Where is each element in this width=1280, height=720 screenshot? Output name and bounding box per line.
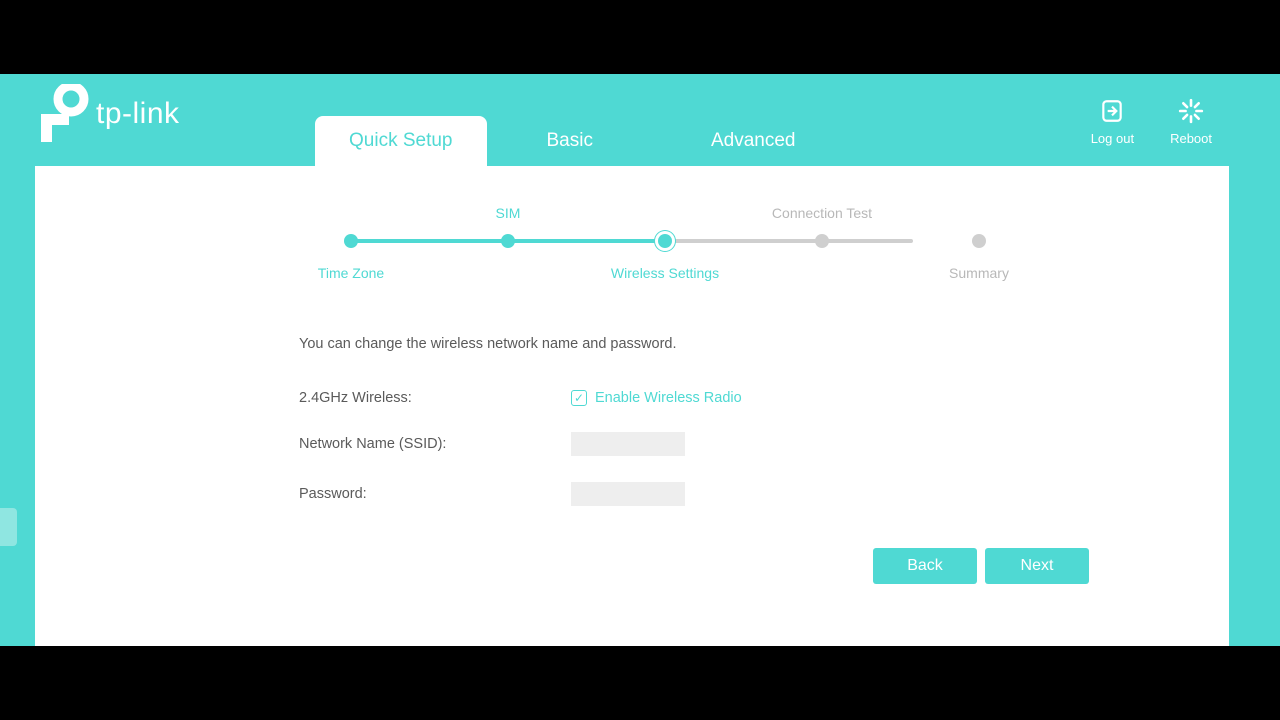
- tab-basic[interactable]: Basic: [513, 116, 627, 166]
- content-panel: Time Zone SIM Wireless Settings Connecti…: [35, 166, 1229, 646]
- step-label: SIM: [428, 205, 588, 221]
- tab-advanced[interactable]: Advanced: [677, 116, 830, 166]
- tplink-logo-icon: [38, 84, 92, 144]
- brand-name: tp-link: [96, 97, 180, 131]
- header: tp-link Quick Setup Basic Advanced Log o…: [0, 74, 1280, 166]
- step-dot: [815, 234, 829, 248]
- step-dot: [344, 234, 358, 248]
- header-actions: Log out: [1091, 98, 1212, 146]
- step-dot: [972, 234, 986, 248]
- side-drawer-handle[interactable]: [0, 508, 17, 546]
- nav-buttons: Back Next: [873, 548, 1089, 584]
- step-label: Wireless Settings: [585, 265, 745, 281]
- logout-label: Log out: [1091, 131, 1134, 146]
- reboot-label: Reboot: [1170, 131, 1212, 146]
- tab-quick-setup[interactable]: Quick Setup: [315, 116, 487, 166]
- step-label: Summary: [899, 265, 1059, 281]
- brand-logo: tp-link: [38, 84, 180, 144]
- reboot-icon: [1178, 98, 1204, 127]
- password-input[interactable]: [571, 482, 685, 506]
- row-ssid: Network Name (SSID):: [299, 432, 1049, 456]
- step-dot: [501, 234, 515, 248]
- next-button[interactable]: Next: [985, 548, 1089, 584]
- password-label: Password:: [299, 486, 571, 502]
- app-viewport: tp-link Quick Setup Basic Advanced Log o…: [0, 74, 1280, 646]
- wireless-form: You can change the wireless network name…: [299, 336, 1049, 532]
- main-nav: Quick Setup Basic Advanced: [315, 116, 829, 166]
- row-password: Password:: [299, 482, 1049, 506]
- setup-stepper: Time Zone SIM Wireless Settings Connecti…: [299, 201, 965, 281]
- checkbox-icon: ✓: [571, 390, 587, 406]
- step-label: Time Zone: [271, 265, 431, 281]
- ssid-label: Network Name (SSID):: [299, 436, 571, 452]
- logout-icon: [1099, 98, 1125, 127]
- back-button[interactable]: Back: [873, 548, 977, 584]
- enable-radio-checkbox[interactable]: ✓ Enable Wireless Radio: [571, 390, 742, 406]
- enable-radio-label: Enable Wireless Radio: [595, 390, 742, 406]
- wireless-band-label: 2.4GHz Wireless:: [299, 390, 571, 406]
- form-description: You can change the wireless network name…: [299, 336, 1049, 352]
- step-label: Connection Test: [742, 205, 902, 221]
- ssid-input[interactable]: [571, 432, 685, 456]
- logout-button[interactable]: Log out: [1091, 98, 1134, 146]
- step-dot: [658, 234, 672, 248]
- reboot-button[interactable]: Reboot: [1170, 98, 1212, 146]
- row-enable-radio: 2.4GHz Wireless: ✓ Enable Wireless Radio: [299, 390, 1049, 406]
